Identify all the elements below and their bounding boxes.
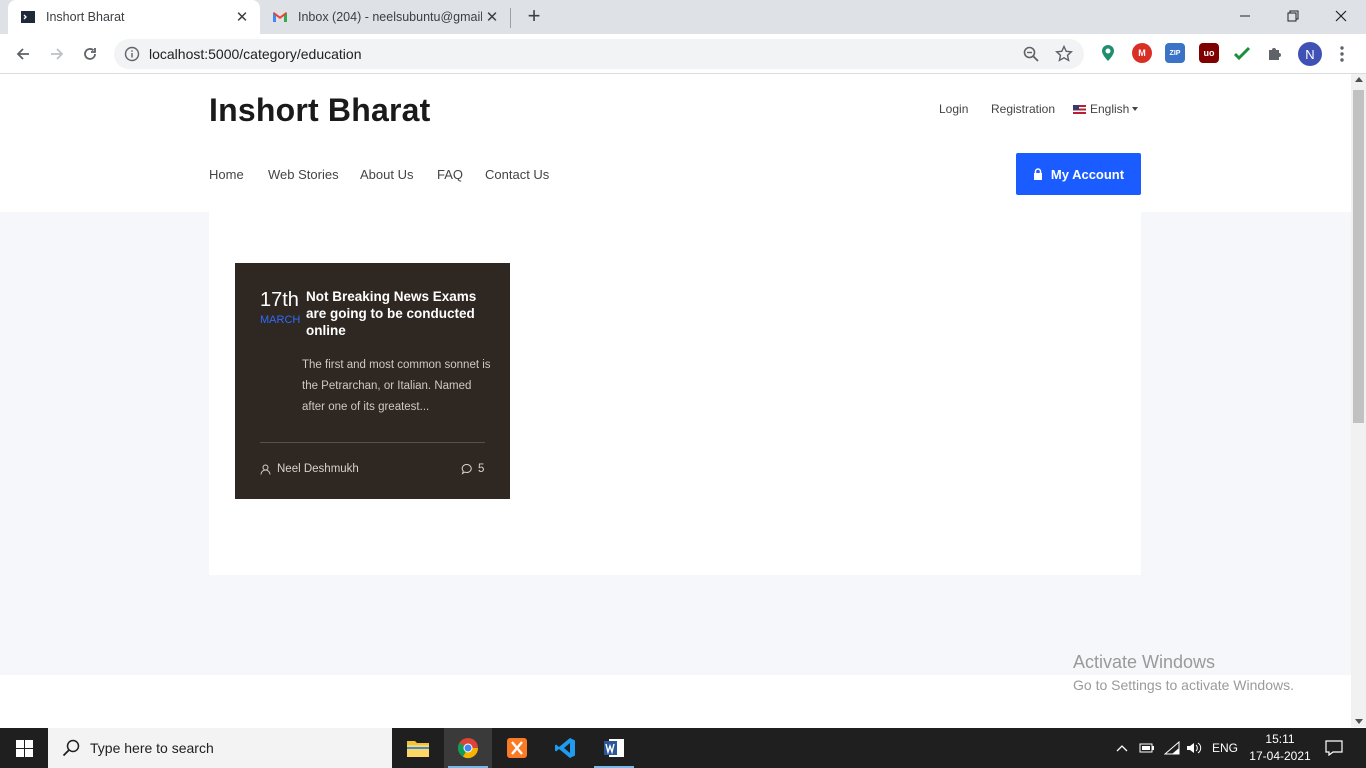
comment-icon [461,464,472,475]
nav-about-us[interactable]: About Us [360,167,413,182]
scroll-up-arrow-icon[interactable] [1355,77,1363,82]
post-title[interactable]: Not Breaking News Exams are going to be … [306,288,491,339]
us-flag-icon [1073,104,1086,114]
close-tab-icon[interactable]: ✕ [482,8,502,26]
new-tab-plus-icon[interactable]: + [522,5,546,29]
chrome-taskbar-icon[interactable] [444,728,492,768]
comment-count: 5 [478,463,485,475]
site-header: Inshort Bharat Login Registration Englis… [0,74,1351,212]
category-content: 17th MARCH Not Breaking News Exams are g… [209,212,1141,575]
gmail-favicon-icon [273,12,287,22]
page-scrollbar[interactable] [1351,74,1366,727]
terminal-favicon-icon [21,11,35,23]
info-icon[interactable] [124,46,140,62]
clock-time: 15:11 [1265,732,1295,746]
watermark-line2: Go to Settings to activate Windows. [1073,677,1294,693]
battery-icon[interactable] [1139,728,1155,768]
close-window-icon[interactable] [1318,0,1364,32]
zoom-magnifier-icon[interactable] [1022,45,1040,63]
zip-extension-icon[interactable]: ZIP [1165,43,1185,63]
profile-avatar[interactable]: N [1298,42,1322,66]
input-language-indicator[interactable]: ENG [1212,728,1238,768]
xampp-icon[interactable] [493,728,541,768]
scroll-down-arrow-icon[interactable] [1355,719,1363,724]
caret-down-icon [1132,107,1139,111]
forward-arrow-icon[interactable] [45,42,69,66]
taskbar-search-box[interactable]: Type here to search [48,728,392,768]
nav-web-stories[interactable]: Web Stories [268,167,339,182]
search-icon [62,739,80,757]
search-placeholder: Type here to search [90,740,214,756]
tab-gmail-inbox[interactable]: Inbox (204) - neelsubuntu@gmail.com ✕ [262,0,510,34]
post-day: 17th [260,289,299,311]
tab-title: Inbox (204) - neelsubuntu@gmail.com [298,10,482,24]
tab-inshort-bharat[interactable]: Inshort Bharat ✕ [8,0,260,34]
browser-tab-strip: Inshort Bharat ✕ Inbox (204) - neelsubun… [0,0,1366,34]
reload-icon[interactable] [78,42,102,66]
language-label: English [1090,102,1130,116]
windows-start-icon[interactable] [0,728,48,768]
taskbar-clock[interactable]: 15:11 17-04-2021 [1247,731,1313,765]
activate-windows-watermark: Activate Windows Go to Settings to activ… [1073,652,1294,693]
word-icon[interactable] [590,728,638,768]
url-text[interactable]: localhost:5000/category/education [149,46,361,62]
puzzle-extensions-icon[interactable] [1265,43,1285,63]
site-logo[interactable]: Inshort Bharat [209,92,431,129]
registration-link[interactable]: Registration [991,102,1055,116]
my-account-button[interactable]: My Account [1016,153,1141,195]
language-dropdown[interactable]: English [1073,102,1139,116]
tab-separator [510,8,511,28]
browser-toolbar: localhost:5000/category/education M ZIP … [0,34,1366,74]
minimize-icon[interactable] [1222,0,1268,32]
clock-date: 17-04-2021 [1249,749,1311,763]
checkmark-extension-icon[interactable] [1232,43,1252,63]
post-author[interactable]: Neel Deshmukh [260,463,359,475]
wifi-icon[interactable] [1164,728,1180,768]
page-viewport: Inshort Bharat Login Registration Englis… [0,74,1351,727]
bookmark-star-icon[interactable] [1055,45,1073,63]
lock-icon [1033,168,1042,180]
scrollbar-thumb[interactable] [1353,90,1364,423]
user-icon [260,464,271,475]
ublock-extension-icon[interactable]: uo [1199,43,1219,63]
show-hidden-icons-chevron-icon[interactable] [1115,728,1129,768]
nav-contact-us[interactable]: Contact Us [485,167,549,182]
vscode-icon[interactable] [541,728,589,768]
back-arrow-icon[interactable] [11,42,35,66]
map-pin-extension-icon[interactable] [1098,43,1118,63]
post-month: MARCH [260,314,301,326]
address-bar[interactable]: localhost:5000/category/education [114,39,1084,69]
mega-extension-icon[interactable]: M [1132,43,1152,63]
author-name: Neel Deshmukh [277,463,359,475]
menu-kebab-icon[interactable] [1334,42,1350,66]
notifications-icon[interactable] [1325,728,1343,768]
nav-faq[interactable]: FAQ [437,167,463,182]
windows-taskbar: Type here to search ENG 15:11 17-04-2021 [0,728,1366,768]
my-account-label: My Account [1050,166,1125,182]
restore-icon[interactable] [1270,0,1316,32]
volume-icon[interactable] [1186,728,1202,768]
post-excerpt: The first and most common sonnet is the … [302,359,491,413]
file-explorer-icon[interactable] [394,728,442,768]
tab-title: Inshort Bharat [46,10,125,24]
post-card[interactable]: 17th MARCH Not Breaking News Exams are g… [235,263,510,499]
post-comments[interactable]: 5 [461,463,484,475]
watermark-line1: Activate Windows [1073,652,1216,672]
close-tab-icon[interactable]: ✕ [232,8,252,26]
login-link[interactable]: Login [939,102,968,116]
card-divider [260,442,485,443]
nav-home[interactable]: Home [209,167,244,182]
